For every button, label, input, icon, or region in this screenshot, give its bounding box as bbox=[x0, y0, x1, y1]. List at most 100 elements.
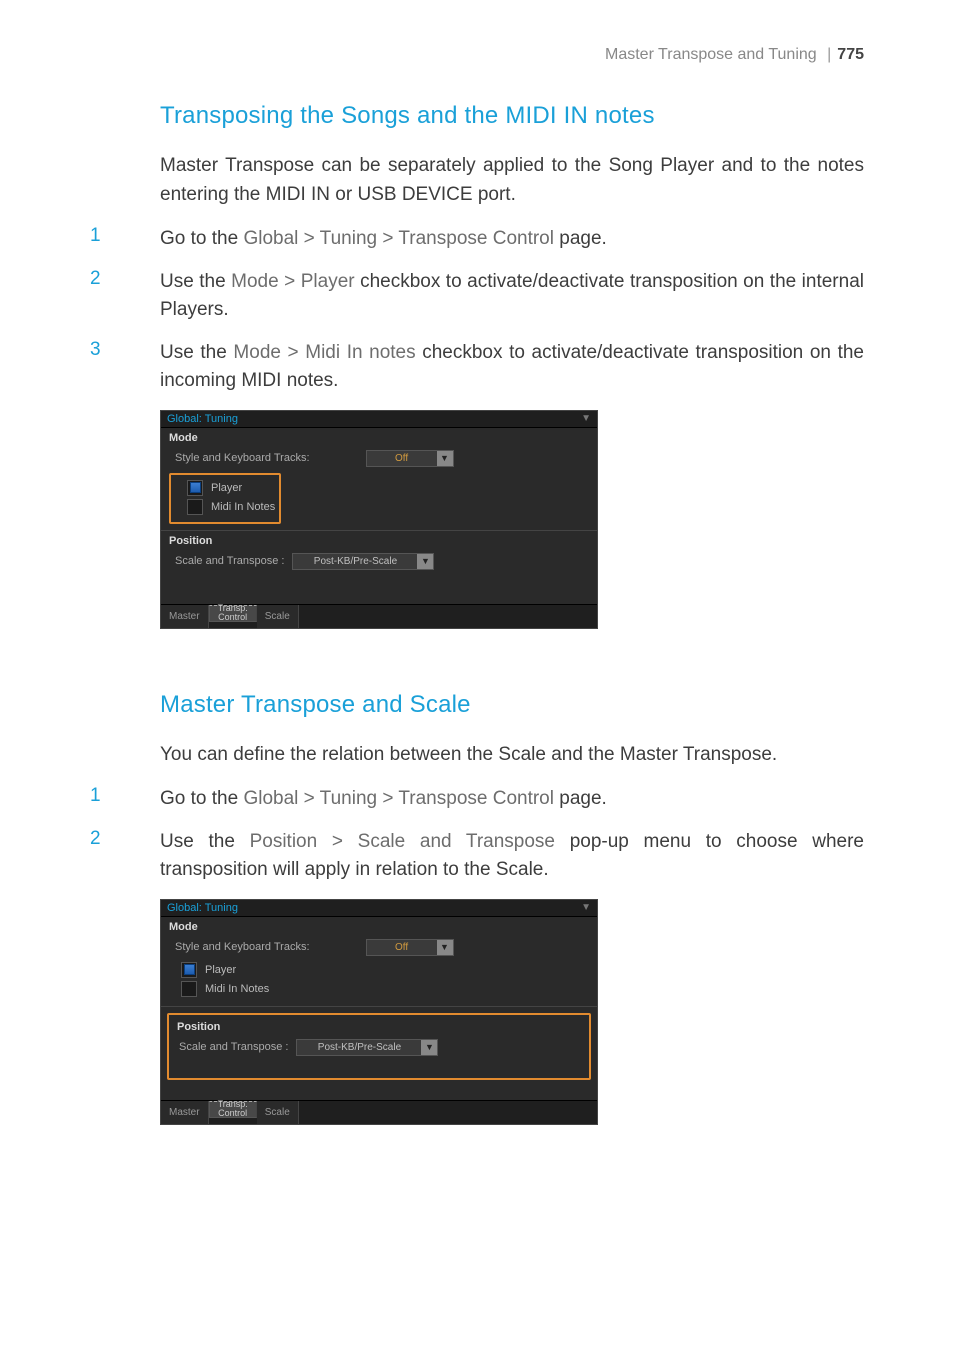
step-number: 1 bbox=[90, 785, 160, 814]
player-checkbox-row[interactable]: Player bbox=[187, 480, 275, 496]
header-separator: | bbox=[827, 46, 831, 63]
tab-scale-label: Scale bbox=[265, 1107, 290, 1118]
section-title-scale: Master Transpose and Scale bbox=[160, 691, 864, 719]
tab-transp-l2: Control bbox=[218, 1109, 248, 1118]
player-checkbox-row[interactable]: Player bbox=[181, 962, 589, 978]
tab-master-label: Master bbox=[169, 611, 200, 622]
step-post: page. bbox=[554, 788, 607, 809]
intro-paragraph-1: Master Transpose can be separately appli… bbox=[160, 152, 864, 209]
shot-tabs: Master Transp. Control Scale bbox=[161, 1100, 597, 1124]
step-1b: 1 Go to the Global > Tuning > Transpose … bbox=[90, 785, 864, 814]
player-checkbox[interactable] bbox=[187, 480, 203, 496]
page-number: 775 bbox=[837, 46, 864, 63]
tab-transp-l2: Control bbox=[218, 613, 248, 622]
shot-titlebar: Global: Tuning ▼ bbox=[161, 411, 597, 428]
chevron-down-icon: ▼ bbox=[437, 940, 453, 955]
midi-checkbox-label: Midi In Notes bbox=[211, 501, 275, 513]
chevron-down-icon: ▼ bbox=[421, 1040, 437, 1055]
player-checkbox-label: Player bbox=[211, 482, 242, 494]
shot-tabs: Master Transp. Control Scale bbox=[161, 604, 597, 628]
position-panel: Position Scale and Transpose : Post-KB/P… bbox=[161, 530, 597, 604]
tab-transp-control[interactable]: Transp. Control bbox=[209, 1101, 257, 1118]
shot-title-text: Global: Tuning bbox=[167, 413, 238, 425]
skt-dropdown[interactable]: Off ▼ bbox=[366, 450, 454, 467]
tab-master-label: Master bbox=[169, 1107, 200, 1118]
running-header: Master Transpose and Tuning | 775 bbox=[90, 46, 864, 64]
sat-dropdown[interactable]: Post-KB/Pre-Scale ▼ bbox=[292, 553, 434, 570]
shot-menu-icon[interactable]: ▼ bbox=[581, 902, 591, 913]
sat-value: Post-KB/Pre-Scale bbox=[297, 1042, 421, 1053]
mode-heading: Mode bbox=[169, 921, 589, 933]
skt-row: Style and Keyboard Tracks: Off ▼ bbox=[175, 450, 589, 467]
skt-value: Off bbox=[367, 453, 437, 464]
mode-panel: Mode Style and Keyboard Tracks: Off ▼ Pl… bbox=[161, 917, 597, 1006]
sat-row: Scale and Transpose : Post-KB/Pre-Scale … bbox=[179, 1039, 581, 1056]
skt-label: Style and Keyboard Tracks: bbox=[175, 941, 310, 953]
midi-checkbox-row[interactable]: Midi In Notes bbox=[187, 499, 275, 515]
step-number: 3 bbox=[90, 339, 160, 396]
sat-value: Post-KB/Pre-Scale bbox=[293, 556, 417, 567]
step-pre: Use the bbox=[160, 342, 233, 363]
step-pre: Use the bbox=[160, 271, 231, 292]
step-number: 2 bbox=[90, 268, 160, 325]
nav-path: Position > Scale and Transpose bbox=[250, 831, 555, 852]
mode-highlight-box: Player Midi In Notes bbox=[169, 473, 281, 524]
shot-title-text: Global: Tuning bbox=[167, 902, 238, 914]
nav-path: Global > Tuning > Transpose Control bbox=[243, 788, 554, 809]
step-text: Use the Position > Scale and Transpose p… bbox=[160, 828, 864, 885]
tab-transp-label: Transp. Control bbox=[218, 1100, 248, 1117]
mode-panel: Mode Style and Keyboard Tracks: Off ▼ Pl… bbox=[161, 428, 597, 530]
midi-checkbox-label: Midi In Notes bbox=[205, 983, 269, 995]
step-pre: Go to the bbox=[160, 228, 243, 249]
nav-path: Global > Tuning > Transpose Control bbox=[243, 228, 554, 249]
chevron-down-icon: ▼ bbox=[417, 554, 433, 569]
shot-titlebar: Global: Tuning ▼ bbox=[161, 900, 597, 917]
step-1a: 1 Go to the Global > Tuning > Transpose … bbox=[90, 225, 864, 254]
player-checkbox[interactable] bbox=[181, 962, 197, 978]
step-pre: Use the bbox=[160, 831, 250, 852]
step-number: 2 bbox=[90, 828, 160, 885]
section-title-songs-midi: Transposing the Songs and the MIDI IN no… bbox=[160, 102, 864, 130]
tab-transp-control[interactable]: Transp. Control bbox=[209, 605, 257, 622]
midi-checkbox[interactable] bbox=[181, 981, 197, 997]
tab-master[interactable]: Master bbox=[161, 1101, 209, 1124]
header-section: Master Transpose and Tuning bbox=[605, 46, 817, 63]
step-text: Use the Mode > Player checkbox to activa… bbox=[160, 268, 864, 325]
sat-label: Scale and Transpose : bbox=[175, 555, 284, 567]
step-post: page. bbox=[554, 228, 607, 249]
position-heading: Position bbox=[177, 1021, 581, 1033]
chevron-down-icon: ▼ bbox=[437, 451, 453, 466]
tab-master[interactable]: Master bbox=[161, 605, 209, 628]
skt-label: Style and Keyboard Tracks: bbox=[175, 452, 310, 464]
sat-label: Scale and Transpose : bbox=[179, 1041, 288, 1053]
position-highlight-box: Position Scale and Transpose : Post-KB/P… bbox=[167, 1013, 591, 1080]
skt-dropdown[interactable]: Off ▼ bbox=[366, 939, 454, 956]
position-panel: Position Scale and Transpose : Post-KB/P… bbox=[161, 1006, 597, 1100]
tab-scale[interactable]: Scale bbox=[257, 605, 299, 628]
step-text: Go to the Global > Tuning > Transpose Co… bbox=[160, 225, 864, 254]
step-text: Use the Mode > Midi In notes checkbox to… bbox=[160, 339, 864, 396]
screenshot-mode-highlight: Global: Tuning ▼ Mode Style and Keyboard… bbox=[160, 410, 598, 629]
skt-value: Off bbox=[367, 942, 437, 953]
step-2a: 2 Use the Mode > Player checkbox to acti… bbox=[90, 268, 864, 325]
mode-heading: Mode bbox=[169, 432, 589, 444]
screenshot-position-highlight: Global: Tuning ▼ Mode Style and Keyboard… bbox=[160, 899, 598, 1125]
shot-menu-icon[interactable]: ▼ bbox=[581, 413, 591, 424]
sat-dropdown[interactable]: Post-KB/Pre-Scale ▼ bbox=[296, 1039, 438, 1056]
sat-row: Scale and Transpose : Post-KB/Pre-Scale … bbox=[175, 553, 589, 570]
step-text: Go to the Global > Tuning > Transpose Co… bbox=[160, 785, 864, 814]
midi-checkbox[interactable] bbox=[187, 499, 203, 515]
step-number: 1 bbox=[90, 225, 160, 254]
position-heading: Position bbox=[169, 535, 589, 547]
step-2b: 2 Use the Position > Scale and Transpose… bbox=[90, 828, 864, 885]
player-checkbox-label: Player bbox=[205, 964, 236, 976]
step-3a: 3 Use the Mode > Midi In notes checkbox … bbox=[90, 339, 864, 396]
tab-scale[interactable]: Scale bbox=[257, 1101, 299, 1124]
nav-path: Mode > Player bbox=[231, 271, 354, 292]
skt-row: Style and Keyboard Tracks: Off ▼ bbox=[175, 939, 589, 956]
tab-transp-label: Transp. Control bbox=[218, 604, 248, 621]
step-pre: Go to the bbox=[160, 788, 243, 809]
nav-path: Mode > Midi In notes bbox=[233, 342, 415, 363]
midi-checkbox-row[interactable]: Midi In Notes bbox=[181, 981, 589, 997]
tab-scale-label: Scale bbox=[265, 611, 290, 622]
